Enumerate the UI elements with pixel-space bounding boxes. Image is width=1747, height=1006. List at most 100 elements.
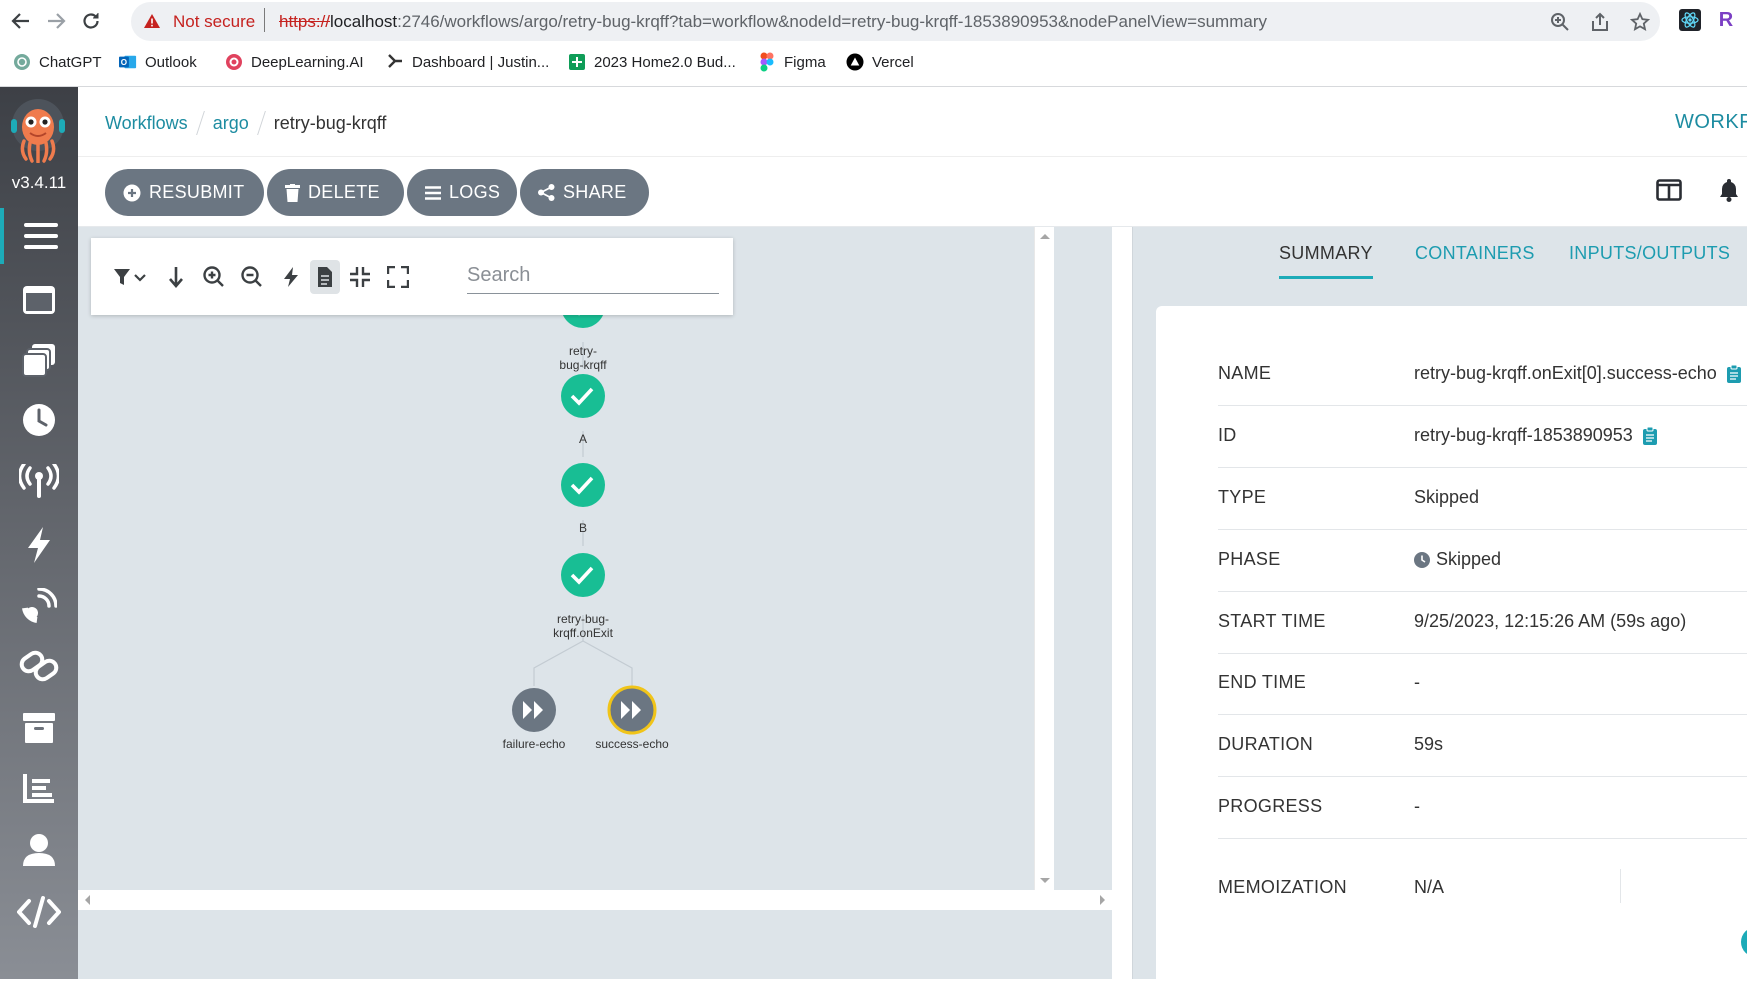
event-sources-icon [19, 464, 59, 498]
succeeded-node-circle [561, 553, 605, 597]
zoom-icon[interactable] [1549, 11, 1571, 33]
profile-avatar[interactable]: R [1714, 8, 1738, 32]
page-header: Workflows argo retry-bug-krqff WORKF [78, 87, 1747, 157]
copy-clipboard-icon[interactable] [1726, 364, 1741, 383]
bookmark-label: ChatGPT [39, 53, 102, 71]
argo-logo[interactable] [8, 97, 68, 164]
url-text[interactable]: https://localhost:2746/workflows/argo/re… [279, 12, 1267, 32]
bookmark-label: Dashboard | Justin... [412, 53, 550, 71]
show-artifacts-icon[interactable] [310, 260, 340, 294]
summary-row-name: NAME retry-bug-krqff.onExit[0].success-e… [1218, 343, 1747, 406]
graph-node-a[interactable]: A [561, 374, 605, 446]
bookmark-label: 2023 Home2.0 Bud... [594, 53, 736, 71]
nav-reports[interactable] [0, 760, 78, 816]
row-value: retry-bug-krqff.onExit[0].success-echo [1414, 363, 1741, 384]
summary-row-memoization: MEMOIZATION N/A [1218, 839, 1747, 969]
nav-event-sources[interactable] [0, 454, 78, 510]
bookmark-outlook[interactable]: O Outlook [119, 53, 197, 71]
workflow-graph[interactable]: retry- bug-krqff A B retry-bug- krqff.on… [78, 227, 1112, 979]
profile-initial: R [1718, 8, 1734, 31]
delete-label: DELETE [308, 182, 380, 202]
fullscreen-expand-icon[interactable] [383, 260, 413, 294]
zoom-in-icon[interactable] [199, 260, 229, 294]
graph-vertical-scrollbar[interactable] [1034, 227, 1054, 890]
forward-button[interactable] [43, 8, 69, 34]
bookmark-chatgpt[interactable]: ChatGPT [13, 53, 102, 71]
node-id-value: retry-bug-krqff-1853890953 [1414, 425, 1633, 445]
filter-dropdown-icon[interactable] [111, 260, 151, 294]
browser-toolbar: Not secure https://localhost:2746/workfl… [0, 0, 1747, 41]
graph-node-success-echo[interactable]: success-echo [595, 685, 669, 751]
nav-archived-workflows[interactable] [0, 700, 78, 756]
bookmarks-bar: ChatGPT O Outlook DeepLearning.AI Dashbo… [0, 48, 1747, 80]
page-title: WORKF [1675, 111, 1747, 133]
nav-api-docs[interactable] [0, 884, 78, 940]
sensors-icon [28, 527, 50, 563]
row-key: ID [1218, 425, 1237, 445]
back-button[interactable] [8, 8, 34, 34]
address-bar[interactable]: Not secure https://localhost:2746/workfl… [131, 2, 1660, 41]
breadcrumb-workflows[interactable]: Workflows [105, 113, 188, 134]
scroll-left-arrow-icon [85, 895, 90, 905]
graph-node-failure-echo[interactable]: failure-echo [503, 688, 566, 751]
bookmark-star-icon[interactable] [1629, 11, 1651, 33]
share-button[interactable]: SHARE [520, 169, 649, 216]
collapse-icon[interactable] [345, 260, 375, 294]
plus-circle-icon [123, 184, 141, 202]
graph-horizontal-scrollbar[interactable] [78, 890, 1112, 910]
react-devtools-icon[interactable] [1678, 8, 1702, 32]
breadcrumb-namespace[interactable]: argo [213, 113, 249, 134]
nav-links[interactable] [0, 638, 78, 694]
security-label[interactable]: Not secure [173, 12, 255, 32]
nav-sensors[interactable] [0, 517, 78, 573]
delete-button[interactable]: DELETE [267, 169, 404, 216]
graph-search-input[interactable] [467, 258, 719, 294]
nav-workflows[interactable] [0, 272, 78, 328]
url-path: :2746/workflows/argo/retry-bug-krqff?tab… [397, 12, 1267, 31]
tab-summary[interactable]: SUMMARY [1279, 243, 1373, 279]
resubmit-button[interactable]: RESUBMIT [105, 169, 264, 216]
version-label: v3.4.11 [11, 173, 67, 192]
zoom-out-icon[interactable] [237, 260, 267, 294]
bookmark-vercel[interactable]: Vercel [846, 53, 914, 71]
nav-user[interactable] [0, 822, 78, 878]
links-icon [19, 650, 59, 682]
url-host: localhost [330, 12, 398, 31]
copy-clipboard-icon[interactable] [1642, 426, 1657, 445]
node-label: B [579, 521, 587, 535]
tab-containers[interactable]: CONTAINERS [1415, 243, 1535, 264]
summary-card: NAME retry-bug-krqff.onExit[0].success-e… [1156, 306, 1747, 1006]
fast-render-bolt-icon[interactable] [276, 260, 306, 294]
split-panel-icon[interactable] [1656, 179, 1682, 206]
outlook-icon: O [119, 53, 137, 71]
menu-icon [24, 223, 58, 249]
layout-direction-icon[interactable] [161, 260, 191, 294]
nav-menu[interactable] [0, 208, 78, 264]
graph-node-b[interactable]: B [561, 463, 605, 535]
bookmark-label: DeepLearning.AI [251, 53, 364, 71]
row-key: DURATION [1218, 734, 1314, 754]
action-toolbar: RESUBMIT DELETE LOGS SHARE [78, 157, 1747, 227]
bookmark-budget[interactable]: 2023 Home2.0 Bud... [568, 53, 736, 71]
tab-inputs-outputs[interactable]: INPUTS/OUTPUTS [1569, 243, 1730, 264]
nav-workflow-templates[interactable] [0, 332, 78, 388]
bookmark-figma[interactable]: Figma [758, 52, 826, 72]
bookmark-label: Vercel [872, 53, 914, 71]
notifications-bell-icon[interactable] [1719, 178, 1739, 207]
row-key: PHASE [1218, 549, 1281, 569]
reload-button[interactable] [78, 8, 104, 34]
logs-button[interactable]: LOGS [407, 169, 517, 216]
bookmark-deeplearning[interactable]: DeepLearning.AI [225, 53, 364, 71]
bookmark-dashboard[interactable]: Dashboard | Justin... [386, 53, 549, 71]
nav-cron-workflows[interactable] [0, 392, 78, 448]
summary-row-start-time: START TIME 9/25/2023, 12:15:26 AM (59s a… [1218, 592, 1747, 654]
row-value: N/A [1414, 877, 1445, 897]
graph-node-onexit[interactable]: retry-bug- krqff.onExit [553, 553, 614, 640]
node-name-value: retry-bug-krqff.onExit[0].success-echo [1414, 363, 1717, 383]
row-key: START TIME [1218, 611, 1326, 631]
user-icon [23, 834, 55, 866]
scroll-right-arrow-icon [1100, 895, 1105, 905]
nav-event-flow[interactable] [0, 578, 78, 634]
share-page-icon[interactable] [1589, 11, 1611, 33]
scroll-up-arrow-icon [1040, 234, 1050, 239]
